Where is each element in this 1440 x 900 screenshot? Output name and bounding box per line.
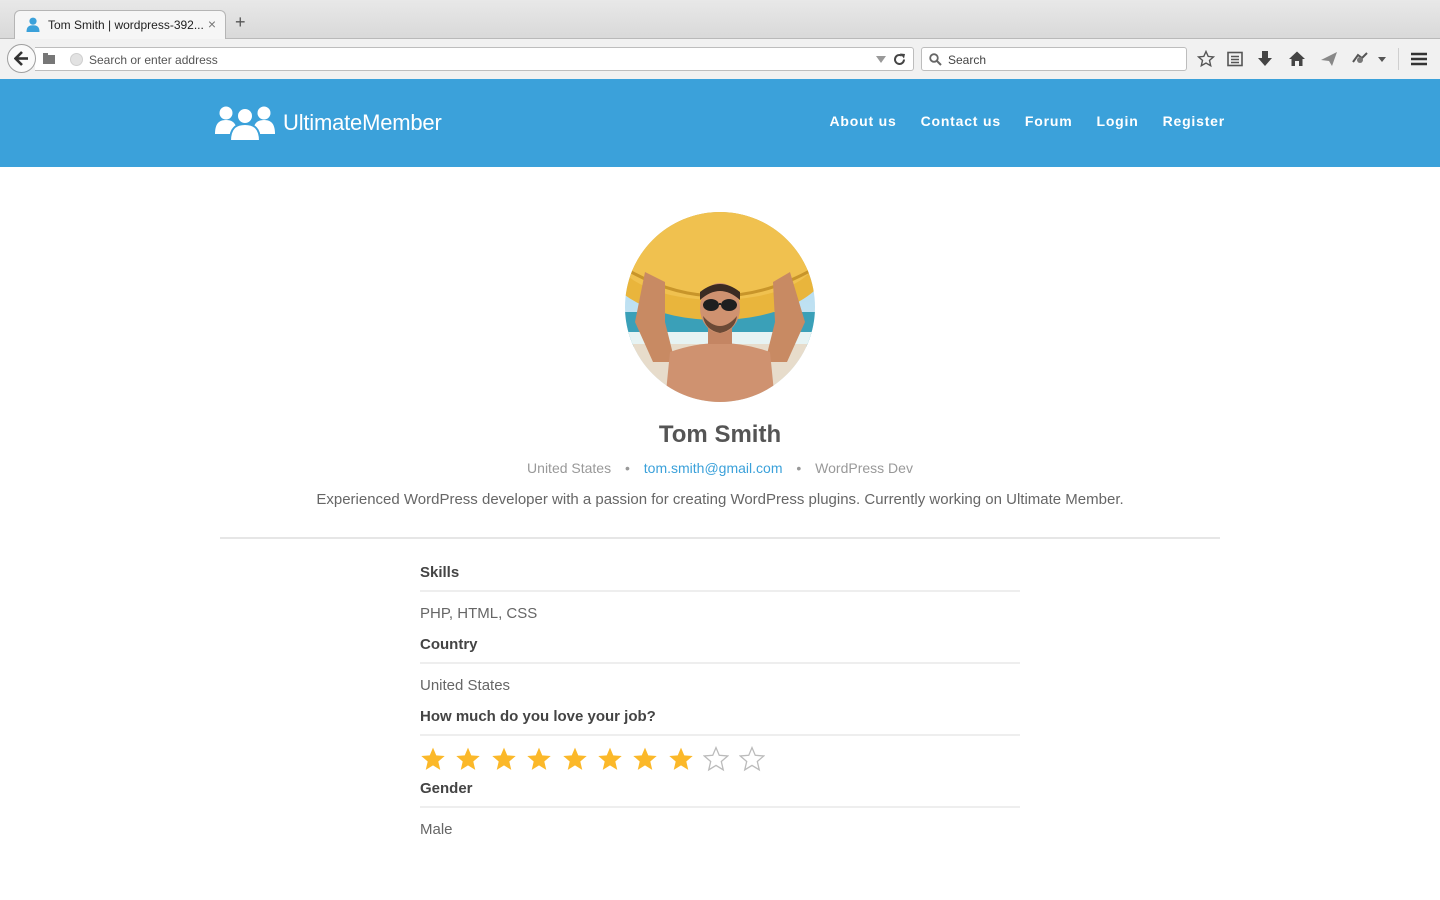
nav-register[interactable]: Register bbox=[1163, 113, 1225, 129]
search-bar[interactable]: Search bbox=[921, 47, 1187, 71]
profile-role: WordPress Dev bbox=[815, 460, 913, 476]
section-divider bbox=[220, 537, 1220, 539]
star-rating bbox=[420, 736, 1020, 780]
profile-bio: Experienced WordPress developer with a p… bbox=[316, 491, 1124, 508]
reload-icon[interactable] bbox=[893, 53, 906, 66]
profile-fields: Skills PHP, HTML, CSS Country United Sta… bbox=[420, 564, 1020, 852]
globe-icon bbox=[70, 53, 83, 66]
profile-name: Tom Smith bbox=[658, 421, 782, 448]
main-nav: About us Contact us Forum Login Register bbox=[806, 113, 1226, 129]
tab-title: Tom Smith | wordpress-392... bbox=[48, 18, 203, 32]
users-group-icon bbox=[215, 106, 275, 142]
nav-forum[interactable]: Forum bbox=[1025, 113, 1073, 129]
star-empty-icon bbox=[738, 746, 765, 772]
toolbar-divider bbox=[1398, 48, 1399, 70]
site-header: UltimateMember About us Contact us Forum… bbox=[0, 79, 1440, 167]
star-filled-icon bbox=[562, 747, 587, 770]
hamburger-menu-icon[interactable] bbox=[1410, 50, 1428, 68]
field-value-gender: Male bbox=[420, 821, 453, 838]
field-value-skills: PHP, HTML, CSS bbox=[420, 605, 538, 622]
star-empty-icon bbox=[703, 746, 730, 772]
extension-dropdown-icon[interactable] bbox=[1378, 57, 1386, 62]
search-icon bbox=[929, 53, 942, 66]
nav-about-us[interactable]: About us bbox=[830, 113, 897, 129]
send-icon[interactable] bbox=[1320, 50, 1338, 68]
address-bar[interactable]: Search or enter address bbox=[35, 47, 914, 71]
star-filled-icon bbox=[456, 747, 481, 770]
url-input[interactable]: Search or enter address bbox=[89, 53, 218, 67]
star-filled-icon bbox=[633, 747, 658, 770]
back-button[interactable] bbox=[7, 44, 36, 73]
profile-avatar bbox=[625, 212, 815, 402]
star-filled-icon bbox=[669, 747, 693, 770]
download-icon[interactable] bbox=[1256, 50, 1274, 68]
star-filled-icon bbox=[492, 747, 516, 770]
profile-meta: United States • tom.smith@gmail.com • Wo… bbox=[0, 460, 1440, 476]
browser-tab[interactable]: Tom Smith | wordpress-392... × bbox=[14, 10, 226, 39]
home-icon[interactable] bbox=[1288, 50, 1306, 68]
star-filled-icon bbox=[421, 747, 445, 770]
site-logo[interactable]: UltimateMember bbox=[215, 103, 442, 143]
user-favicon-icon bbox=[26, 17, 40, 32]
field-value-country: United States bbox=[420, 677, 511, 694]
meta-separator: • bbox=[796, 460, 802, 476]
star-filled-icon bbox=[598, 747, 622, 770]
profile-photo bbox=[625, 212, 815, 402]
dropdown-arrow-icon[interactable] bbox=[876, 56, 886, 63]
browser-toolbar: Search or enter address Search bbox=[0, 39, 1440, 80]
logo-text: UltimateMember bbox=[283, 110, 442, 135]
close-tab-icon[interactable]: × bbox=[208, 16, 216, 32]
field-label-skills: Skills bbox=[420, 564, 1020, 592]
meta-separator: • bbox=[625, 460, 630, 476]
bookmark-star-icon[interactable] bbox=[1197, 50, 1215, 68]
new-tab-button[interactable]: + bbox=[235, 13, 246, 31]
reading-list-icon[interactable] bbox=[1226, 50, 1244, 68]
field-label-country: Country bbox=[420, 636, 1020, 664]
nav-login[interactable]: Login bbox=[1096, 113, 1138, 129]
extension-icon[interactable] bbox=[1351, 50, 1369, 68]
field-label-gender: Gender bbox=[420, 780, 1020, 808]
nav-contact-us[interactable]: Contact us bbox=[921, 113, 1001, 129]
browser-tab-strip: Tom Smith | wordpress-392... × + bbox=[0, 0, 1440, 39]
star-filled-icon bbox=[527, 747, 551, 770]
tabs-icon[interactable] bbox=[42, 52, 56, 66]
profile-country: United States bbox=[527, 460, 612, 476]
search-input[interactable]: Search bbox=[948, 53, 986, 67]
field-label-job-love: How much do you love your job? bbox=[420, 708, 1020, 736]
back-arrow-icon bbox=[14, 51, 28, 66]
profile-email-link[interactable]: tom.smith@gmail.com bbox=[644, 460, 783, 476]
